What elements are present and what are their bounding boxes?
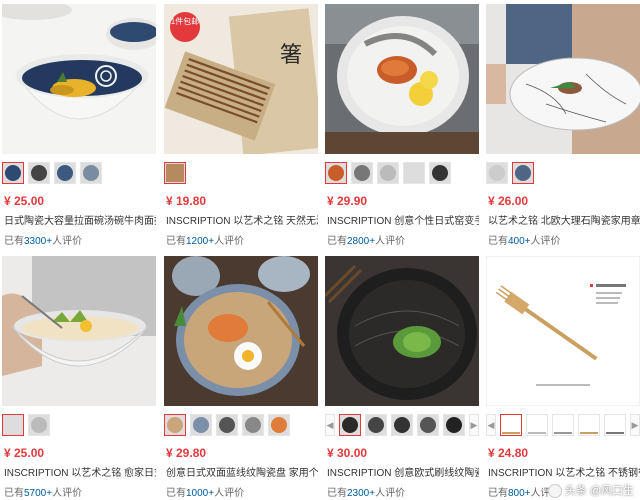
thumbnail[interactable] (242, 414, 264, 436)
svg-text:箸: 箸 (280, 43, 302, 68)
review-count-link[interactable]: 400+ (508, 236, 531, 247)
review-count: 已有2300+人评价 (327, 488, 406, 499)
review-count: 已有3300+人评价 (4, 236, 83, 247)
review-count: 已有5700+人评价 (4, 488, 83, 499)
product-title[interactable]: INSCRIPTION 创意个性日式窑变手 (327, 212, 479, 227)
review-count: 已有400+人评价 (488, 236, 561, 247)
review-count: 已有1000+人评价 (166, 488, 245, 499)
product-image[interactable] (325, 256, 479, 406)
product-title[interactable]: 创意日式双面蓝线纹陶瓷盘 家用个性 (166, 464, 318, 479)
product-price: ¥ 29.80 (166, 446, 207, 460)
thumbnail-prev-arrow[interactable]: ◀ (325, 414, 335, 436)
thumbnail[interactable] (377, 162, 399, 184)
thumbnail[interactable] (403, 162, 425, 184)
review-count-link[interactable]: 5700+ (24, 488, 52, 499)
thumbnail-strip: ◀ ▶ (486, 414, 640, 438)
product-title[interactable]: 以艺术之铭 北欧大理石陶瓷家用章鱼 (488, 212, 640, 227)
review-count-link[interactable]: 1000+ (186, 488, 214, 499)
product-card[interactable]: 箸 1件包邮 ¥ 19.80 INSCRIPTION 以艺术之铭 天然无漆 已有… (164, 4, 318, 250)
product-title[interactable]: INSCRIPTION 创意欧式刷线纹陶瓷 (327, 464, 479, 479)
thumbnail-next-arrow[interactable]: ▶ (630, 414, 640, 436)
thumbnail[interactable] (578, 414, 600, 436)
product-price: ¥ 29.90 (327, 194, 368, 208)
thumbnail[interactable] (486, 162, 508, 184)
thumbnail[interactable] (417, 414, 439, 436)
product-title[interactable]: INSCRIPTION 以艺术之铭 愈家日式 (4, 464, 156, 479)
thumbnail-strip: ◀ ▶ (325, 414, 479, 438)
product-image[interactable] (325, 4, 479, 154)
thumbnail[interactable] (28, 162, 50, 184)
free-shipping-badge: 1件包邮 (170, 12, 200, 42)
thumbnail[interactable] (164, 162, 186, 184)
review-count: 已有2800+人评价 (327, 236, 406, 247)
product-title[interactable]: INSCRIPTION 以艺术之铭 天然无漆 (166, 212, 318, 227)
product-title[interactable]: 日式陶瓷大容量拉面碗汤碗牛肉面拌 (4, 212, 156, 227)
product-price: ¥ 24.80 (488, 446, 529, 460)
product-image[interactable]: 箸 1件包邮 (164, 4, 318, 154)
review-count: 已有1200+人评价 (166, 236, 245, 247)
thumbnail[interactable] (391, 414, 413, 436)
product-image[interactable] (486, 256, 640, 406)
thumbnail[interactable] (2, 414, 24, 436)
product-price: ¥ 26.00 (488, 194, 529, 208)
thumbnail[interactable] (28, 414, 50, 436)
thumbnail[interactable] (443, 414, 465, 436)
review-count-link[interactable]: 2300+ (347, 488, 375, 499)
product-card[interactable]: ¥ 25.00 日式陶瓷大容量拉面碗汤碗牛肉面拌 已有3300+人评价 (2, 4, 156, 250)
product-image[interactable] (2, 4, 156, 154)
product-card[interactable]: ◀ ▶ ¥ 30.00 INSCRIPTION 创意欧式刷线纹陶瓷 已有2300… (325, 256, 479, 500)
product-card[interactable]: ¥ 29.80 创意日式双面蓝线纹陶瓷盘 家用个性 已有1000+人评价 (164, 256, 318, 500)
thumbnail[interactable] (216, 414, 238, 436)
product-grid: ¥ 25.00 日式陶瓷大容量拉面碗汤碗牛肉面拌 已有3300+人评价 箸 1件… (0, 0, 640, 500)
review-count-link[interactable]: 1200+ (186, 236, 214, 247)
thumbnail[interactable] (604, 414, 626, 436)
product-price: ¥ 25.00 (4, 446, 45, 460)
thumbnail[interactable] (2, 162, 24, 184)
product-image[interactable] (2, 256, 156, 406)
thumbnail-strip (486, 162, 640, 186)
thumbnail[interactable] (190, 414, 212, 436)
thumbnail-next-arrow[interactable]: ▶ (469, 414, 479, 436)
thumbnail[interactable] (552, 414, 574, 436)
watermark-logo-icon (547, 484, 562, 498)
product-card[interactable]: ¥ 25.00 INSCRIPTION 以艺术之铭 愈家日式 已有5700+人评… (2, 256, 156, 500)
product-title[interactable]: INSCRIPTION 以艺术之铭 不锈钢餐 (488, 464, 640, 479)
product-price: ¥ 25.00 (4, 194, 45, 208)
product-image[interactable] (486, 4, 640, 154)
product-price: ¥ 30.00 (327, 446, 368, 460)
thumbnail[interactable] (526, 414, 548, 436)
thumbnail[interactable] (339, 414, 361, 436)
thumbnail-strip (325, 162, 479, 186)
product-image[interactable] (164, 256, 318, 406)
thumbnail-strip (2, 414, 156, 438)
thumbnail-strip (164, 414, 318, 438)
thumbnail[interactable] (164, 414, 186, 436)
thumbnail[interactable] (351, 162, 373, 184)
thumbnail[interactable] (268, 414, 290, 436)
review-count-link[interactable]: 3300+ (24, 236, 52, 247)
thumbnail[interactable] (325, 162, 347, 184)
product-card[interactable]: ◀ ▶ ¥ 24.80 INSCRIPTION 以艺术之铭 不锈钢餐 已有800… (486, 256, 640, 500)
thumbnail[interactable] (512, 162, 534, 184)
thumbnail-strip (2, 162, 156, 186)
thumbnail[interactable] (80, 162, 102, 184)
product-card[interactable]: ¥ 29.90 INSCRIPTION 创意个性日式窑变手 已有2800+人评价 (325, 4, 479, 250)
thumbnail[interactable] (429, 162, 451, 184)
thumbnail[interactable] (54, 162, 76, 184)
thumbnail-strip (164, 162, 318, 186)
product-price: ¥ 19.80 (166, 194, 207, 208)
review-count-link[interactable]: 2800+ (347, 236, 375, 247)
product-card[interactable]: ¥ 26.00 以艺术之铭 北欧大理石陶瓷家用章鱼 已有400+人评价 (486, 4, 640, 250)
review-count-link[interactable]: 800+ (508, 488, 531, 499)
watermark: 头条 @风口生 (547, 482, 634, 498)
thumbnail[interactable] (365, 414, 387, 436)
thumbnail[interactable] (500, 414, 522, 436)
thumbnail-prev-arrow[interactable]: ◀ (486, 414, 496, 436)
